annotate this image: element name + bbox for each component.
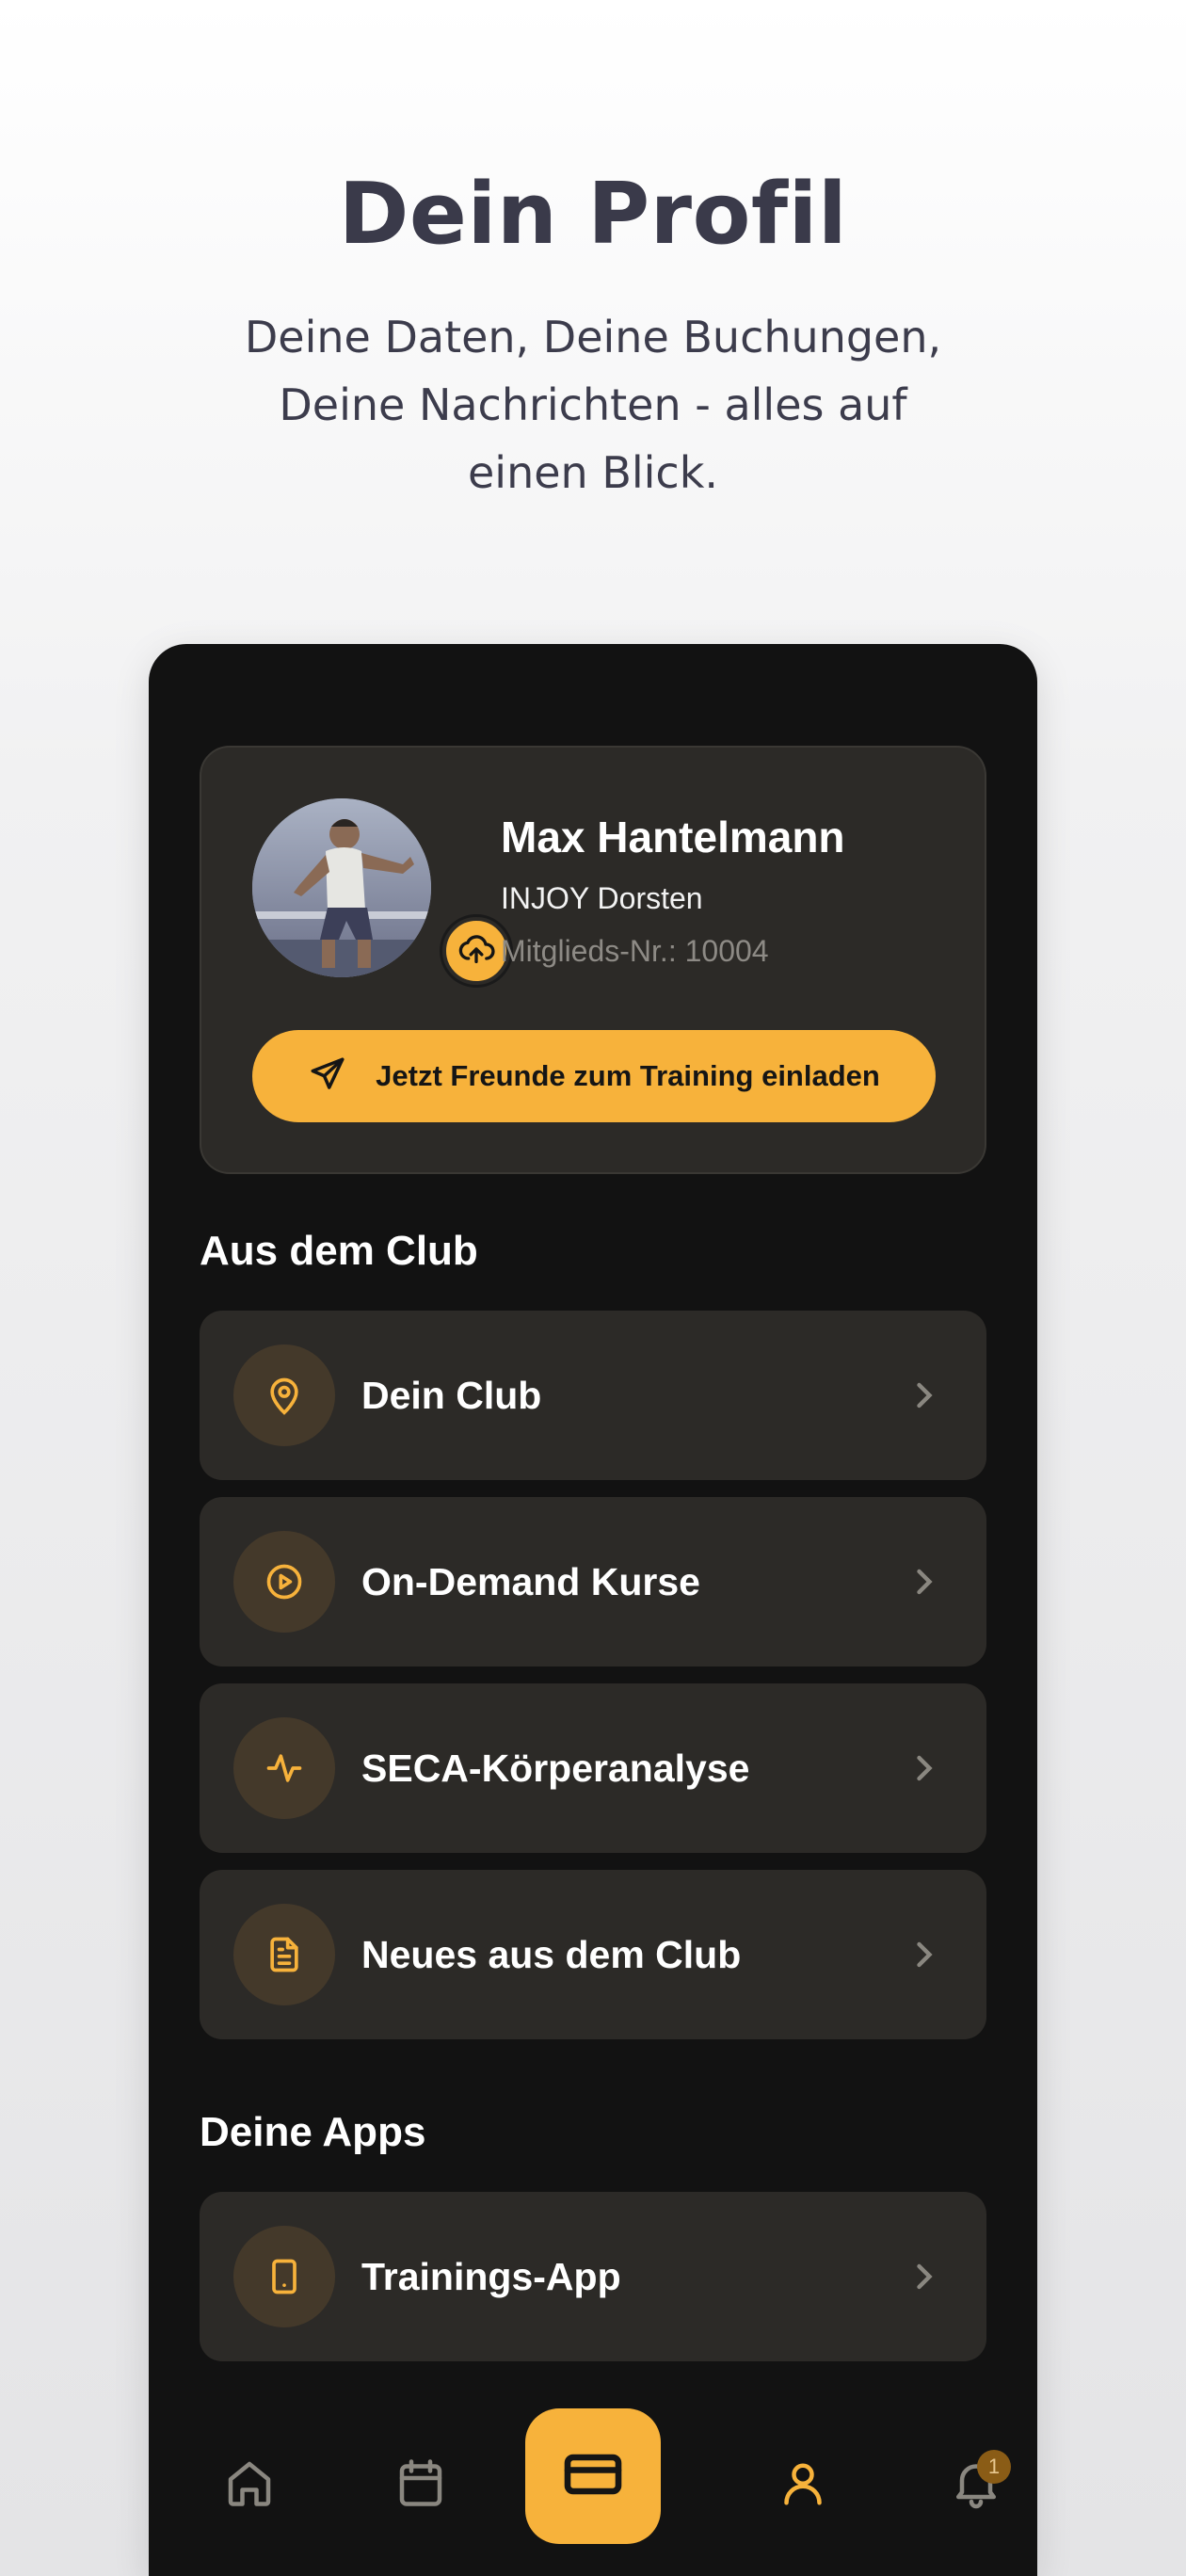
menu-item-label: Trainings-App	[361, 2255, 621, 2298]
profile-club: INJOY Dorsten	[501, 881, 703, 915]
menu-item-trainings-app[interactable]: Trainings-App	[200, 2192, 986, 2361]
invite-friends-button[interactable]: Jetzt Freunde zum Training einladen	[252, 1030, 936, 1122]
member-number: Mitglieds-Nr.: 10004	[501, 934, 769, 968]
tab-home[interactable]	[207, 2442, 292, 2527]
profile-name: Max Hantelmann	[501, 813, 845, 861]
section-title-club: Aus dem Club	[200, 1228, 478, 1274]
location-pin-icon	[233, 1344, 335, 1446]
play-circle-icon	[233, 1531, 335, 1633]
document-icon	[233, 1904, 335, 2005]
phone-screen: Max Hantelmann INJOY Dorsten Mitglieds-N…	[149, 644, 1037, 2576]
page-subtitle: Deine Daten, Deine Buchungen, Deine Nach…	[244, 312, 942, 498]
chevron-right-icon	[917, 1941, 933, 1968]
section-title-apps: Deine Apps	[200, 2109, 426, 2155]
notification-badge: 1	[977, 2450, 1011, 2484]
chevron-right-icon	[917, 2263, 933, 2290]
chevron-right-icon	[917, 1569, 933, 1595]
calendar-icon	[393, 2455, 449, 2516]
menu-item-label: Neues aus dem Club	[361, 1933, 742, 1976]
menu-item-neues[interactable]: Neues aus dem Club	[200, 1870, 986, 2039]
invite-friends-label: Jetzt Freunde zum Training einladen	[376, 1059, 880, 1092]
menu-item-seca[interactable]: SECA-Körperanalyse	[200, 1683, 986, 1853]
page-title: Dein Profil	[338, 165, 848, 264]
chevron-right-icon	[917, 1382, 933, 1409]
menu-item-dein-club[interactable]: Dein Club	[200, 1311, 986, 1480]
smartphone-icon	[233, 2226, 335, 2327]
menu-item-on-demand-kurse[interactable]: On-Demand Kurse	[200, 1497, 986, 1666]
tab-calendar[interactable]	[378, 2442, 463, 2527]
profile-card: Max Hantelmann INJOY Dorsten Mitglieds-N…	[200, 746, 986, 1174]
chevron-right-icon	[917, 1755, 933, 1781]
activity-icon	[233, 1717, 335, 1819]
menu-item-label: Dein Club	[361, 1374, 542, 1417]
cloud-upload-icon	[457, 930, 495, 973]
menu-item-label: SECA-Körperanalyse	[361, 1747, 750, 1790]
menu-item-label: On-Demand Kurse	[361, 1560, 700, 1603]
card-icon	[559, 2440, 627, 2513]
user-icon	[775, 2455, 831, 2516]
tab-bell[interactable]: 1	[934, 2442, 1018, 2527]
tab-user[interactable]	[761, 2442, 845, 2527]
bottom-tab-bar: 1	[149, 2391, 1037, 2576]
send-icon	[308, 1055, 347, 1099]
avatar[interactable]	[252, 798, 431, 977]
home-icon	[221, 2455, 278, 2516]
tab-card[interactable]	[525, 2408, 661, 2544]
